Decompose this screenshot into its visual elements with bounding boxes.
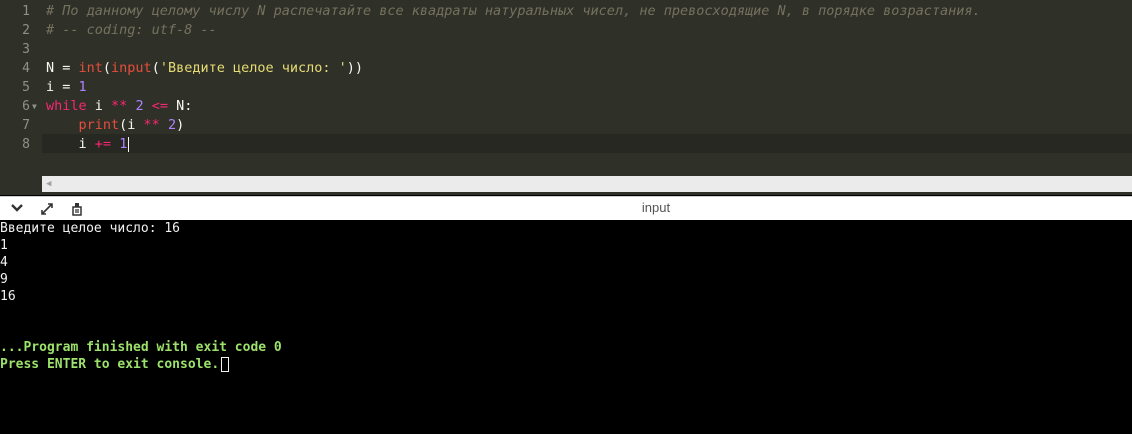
copy-icon[interactable] (68, 201, 86, 217)
code-token: ( (102, 60, 112, 76)
line-number: 6 (22, 99, 30, 114)
code-token: ( (151, 60, 160, 76)
code-token: 2 (135, 98, 144, 114)
code-token: N = (46, 60, 79, 76)
line-number: 5 (22, 80, 30, 95)
code-token: print (78, 117, 120, 133)
code-token: i (46, 136, 95, 152)
code-token: ) (176, 117, 185, 133)
code-line-1: # По данному целому числу N распечатайте… (46, 2, 981, 21)
code-token: <= (151, 98, 168, 114)
code-area[interactable]: # По данному целому числу N распечатайте… (46, 0, 1132, 176)
code-token: i (86, 98, 112, 114)
press-enter-text: Press ENTER to exit console. (0, 357, 220, 372)
exit-status-line: ...Program finished with exit code 0 (0, 340, 282, 355)
text-caret (128, 136, 130, 152)
code-token: ** (143, 117, 160, 133)
chevron-down-icon[interactable] (8, 201, 26, 217)
press-enter-line: Press ENTER to exit console. (0, 356, 230, 373)
comment: # -- coding: utf-8 -- (46, 22, 217, 38)
line-number: 7 (22, 118, 30, 133)
line-number-gutter: 1 2 3 4 5 6 ▼ 7 8 (0, 0, 42, 195)
console-line: 9 (0, 272, 8, 287)
console-toolbar: input (0, 196, 1132, 221)
code-line-2: # -- coding: utf-8 -- (46, 21, 217, 40)
expand-icon[interactable] (38, 201, 56, 217)
code-token: 1 (119, 136, 128, 152)
code-token: input (111, 60, 152, 76)
horizontal-scrollbar[interactable]: ◀ (42, 176, 1132, 192)
code-token: += (94, 136, 112, 152)
code-line-8: i += 1 (46, 135, 130, 154)
code-token: int (78, 60, 103, 76)
console-line: 1 (0, 238, 8, 253)
code-line-6: while i ** 2 <= N: (46, 97, 192, 116)
line-number: 8 (22, 137, 30, 152)
chevron-down-icon (11, 204, 23, 212)
line-number: 3 (22, 42, 30, 57)
code-token: N: (167, 98, 193, 114)
console-output[interactable]: Введите целое число: 16 1 4 9 16 ...Prog… (0, 220, 1132, 434)
console-line: Введите целое число: 16 (0, 221, 181, 236)
code-token: )) (346, 60, 364, 76)
online-ide: 1 2 3 4 5 6 ▼ 7 8 # По данному целому чи… (0, 0, 1132, 434)
line-number: 4 (22, 61, 30, 76)
expand-icon (41, 203, 53, 215)
console-line: 16 (0, 289, 16, 304)
console-cursor (221, 357, 230, 372)
console-title: input (641, 200, 671, 215)
code-token: 1 (78, 79, 87, 95)
scroll-left-arrow-icon[interactable]: ◀ (46, 176, 51, 192)
code-token: 'Введите целое число: ' (159, 60, 347, 76)
line-number: 1 (22, 4, 30, 19)
comment: # По данному целому числу N распечатайте… (46, 3, 981, 19)
copy-icon (72, 203, 82, 216)
code-line-7: print(i ** 2) (46, 116, 185, 135)
code-token: i = (46, 79, 79, 95)
fold-arrow-icon[interactable]: ▼ (32, 97, 37, 116)
code-line-5: i = 1 (46, 78, 87, 97)
code-token: 2 (167, 117, 177, 133)
code-editor[interactable]: 1 2 3 4 5 6 ▼ 7 8 # По данному целому чи… (0, 0, 1132, 195)
code-token: (i (119, 117, 144, 133)
console-line: 4 (0, 255, 8, 270)
code-line-4: N = int(input('Введите целое число: ')) (46, 59, 363, 78)
code-token: ** (111, 98, 128, 114)
code-token: while (46, 98, 87, 114)
line-number: 2 (22, 23, 30, 38)
